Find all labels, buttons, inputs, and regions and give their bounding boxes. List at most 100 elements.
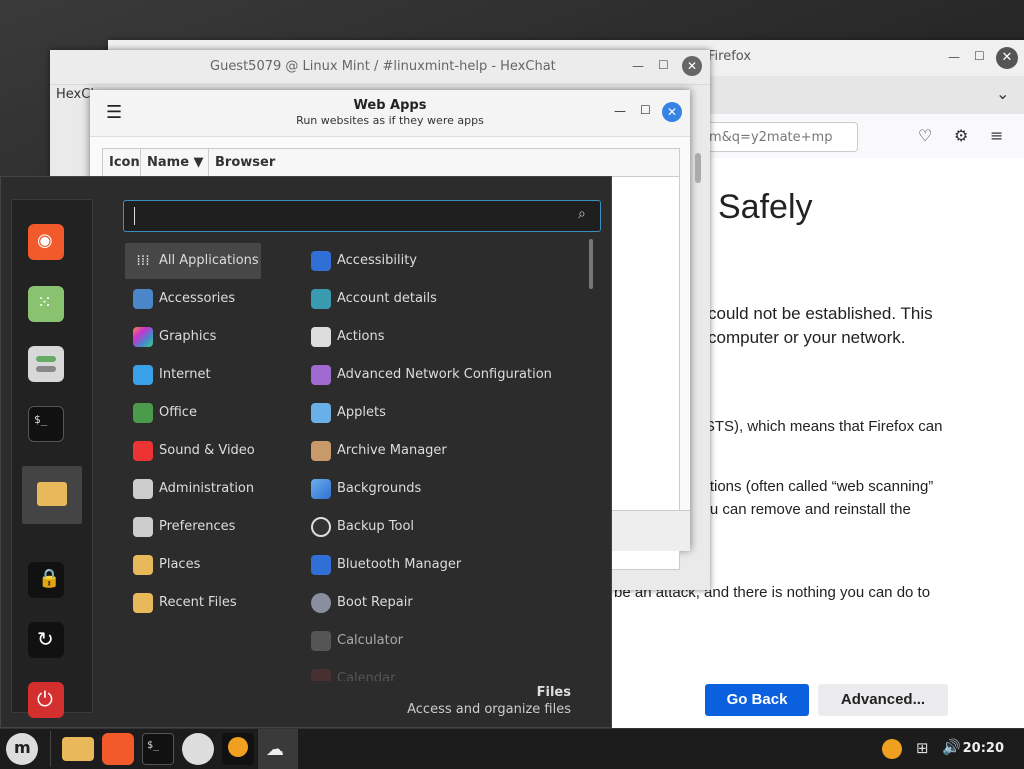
close-icon[interactable]: ✕ bbox=[662, 102, 682, 122]
cloud-icon bbox=[133, 365, 153, 385]
maximize-icon[interactable]: ☐ bbox=[974, 49, 985, 63]
app-bluetooth-manager[interactable]: Bluetooth Manager bbox=[303, 547, 583, 583]
category-places[interactable]: Places bbox=[125, 547, 275, 583]
files-taskbar-icon[interactable] bbox=[62, 737, 94, 761]
hexchat-window-title: Guest5079 @ Linux Mint / #linuxmint-help… bbox=[210, 59, 556, 74]
app-calendar[interactable]: Calendar bbox=[303, 661, 583, 681]
logout-icon[interactable]: ↻ bbox=[28, 622, 64, 658]
office-icon bbox=[133, 403, 153, 423]
column-header-browser[interactable]: Browser bbox=[209, 149, 679, 177]
calendar-icon bbox=[311, 669, 331, 681]
text-cursor bbox=[134, 207, 135, 225]
category-sound-video[interactable]: Sound & Video bbox=[125, 433, 275, 469]
recent-folder-icon bbox=[133, 593, 153, 613]
app-accessibility[interactable]: Accessibility bbox=[303, 243, 583, 279]
category-recent-files[interactable]: Recent Files bbox=[125, 585, 275, 621]
category-label: Recent Files bbox=[159, 595, 237, 610]
disc-taskbar-icon[interactable] bbox=[182, 733, 214, 765]
page-text-line: could not be established. This bbox=[708, 304, 933, 323]
app-boot-repair[interactable]: Boot Repair bbox=[303, 585, 583, 621]
minimize-icon[interactable]: — bbox=[632, 59, 644, 73]
category-office[interactable]: Office bbox=[125, 395, 275, 431]
mint-menu-icon[interactable]: m bbox=[6, 733, 38, 765]
category-administration[interactable]: Administration bbox=[125, 471, 275, 507]
page-text-line: HSTS), which means that Firefox can bbox=[694, 418, 943, 435]
app-calculator[interactable]: Calculator bbox=[303, 623, 583, 659]
app-backgrounds[interactable]: Backgrounds bbox=[303, 471, 583, 507]
volume-icon[interactable]: 🔊 bbox=[942, 738, 961, 756]
clock[interactable]: 20:20 bbox=[963, 741, 1004, 756]
column-header-label: Name bbox=[147, 155, 190, 170]
app-archive-manager[interactable]: Archive Manager bbox=[303, 433, 583, 469]
category-preferences[interactable]: Preferences bbox=[125, 509, 275, 545]
category-internet[interactable]: Internet bbox=[125, 357, 275, 393]
scrollbar-thumb[interactable] bbox=[695, 153, 701, 183]
app-account-details[interactable]: Account details bbox=[303, 281, 583, 317]
app-label: Applets bbox=[337, 405, 386, 420]
minimize-icon[interactable]: — bbox=[948, 50, 960, 64]
app-label: Archive Manager bbox=[337, 443, 447, 458]
scissors-icon bbox=[133, 289, 153, 309]
hexchat-taskbar-icon[interactable] bbox=[222, 733, 254, 765]
close-icon[interactable]: ✕ bbox=[996, 47, 1018, 69]
webapps-taskbar-item-active[interactable]: ☁ bbox=[258, 729, 298, 769]
maximize-icon[interactable]: ☐ bbox=[640, 103, 651, 117]
app-label: Account details bbox=[337, 291, 437, 306]
settings-toggle-icon[interactable] bbox=[28, 346, 64, 382]
category-accessories[interactable]: Accessories bbox=[125, 281, 275, 317]
menu-scrollbar[interactable] bbox=[589, 239, 593, 289]
search-icon: ⌕ bbox=[578, 206, 586, 222]
page-text-line: you can remove and reinstall the bbox=[694, 501, 911, 518]
pocket-icon[interactable]: ♡ bbox=[918, 126, 932, 145]
network-icon[interactable]: ⊞ bbox=[916, 739, 929, 757]
firefox-taskbar-icon[interactable] bbox=[102, 733, 134, 765]
application-menu: ◉ ⁙ $_ 🔒 ↻ ⏻ ⌕ ⁞⁞⁞ All Applications Acce… bbox=[0, 176, 612, 728]
category-label: All Applications bbox=[159, 253, 259, 268]
backup-icon bbox=[311, 517, 331, 537]
hamburger-menu-icon[interactable]: ≡ bbox=[990, 126, 1003, 145]
firefox-icon[interactable]: ◉ bbox=[28, 224, 64, 260]
go-back-button[interactable]: Go Back bbox=[705, 684, 809, 716]
search-input[interactable]: ⌕ bbox=[123, 200, 601, 232]
webapps-title: Web Apps bbox=[353, 98, 427, 113]
advanced-button[interactable]: Advanced... bbox=[818, 684, 948, 716]
minimize-icon[interactable]: — bbox=[614, 104, 626, 118]
category-label: Places bbox=[159, 557, 201, 572]
terminal-taskbar-icon[interactable]: $_ bbox=[142, 733, 174, 765]
files-favorite-highlight[interactable] bbox=[22, 466, 82, 524]
webapps-headerbar[interactable]: ☰ Web Apps Run websites as if they were … bbox=[90, 90, 690, 137]
selected-app-description: Access and organize files bbox=[407, 702, 571, 717]
graphics-icon bbox=[133, 327, 153, 347]
category-label: Administration bbox=[159, 481, 255, 496]
app-backup-tool[interactable]: Backup Tool bbox=[303, 509, 583, 545]
hexchat-titlebar[interactable]: Guest5079 @ Linux Mint / #linuxmint-help… bbox=[50, 50, 710, 85]
category-label: Internet bbox=[159, 367, 211, 382]
app-advanced-network-configuration[interactable]: Advanced Network Configuration bbox=[303, 357, 583, 393]
column-header-name[interactable]: Name ▼ bbox=[141, 149, 209, 177]
app-label: Bluetooth Manager bbox=[337, 557, 462, 572]
shutdown-icon[interactable]: ⏻ bbox=[28, 682, 64, 718]
favorites-bar: ◉ ⁙ $_ 🔒 ↻ ⏻ bbox=[11, 199, 93, 718]
hexchat-tray-icon[interactable] bbox=[882, 739, 902, 759]
app-label: Actions bbox=[337, 329, 385, 344]
sort-down-icon: ▼ bbox=[193, 155, 204, 170]
selected-app-title: Files bbox=[536, 685, 571, 700]
chevron-down-icon[interactable]: ⌄ bbox=[996, 84, 1009, 103]
terminal-icon[interactable]: $_ bbox=[28, 406, 64, 442]
extensions-icon[interactable]: ⚙ bbox=[954, 126, 968, 145]
column-header-icon[interactable]: Icon bbox=[103, 149, 141, 177]
category-all-applications[interactable]: ⁞⁞⁞ All Applications bbox=[125, 243, 261, 279]
user-icon bbox=[311, 289, 331, 309]
software-manager-icon[interactable]: ⁙ bbox=[28, 286, 64, 322]
boot-repair-icon bbox=[311, 593, 331, 613]
administration-icon bbox=[133, 479, 153, 499]
maximize-icon[interactable]: ☐ bbox=[658, 58, 669, 72]
close-icon[interactable]: ✕ bbox=[682, 56, 702, 76]
lock-screen-icon[interactable]: 🔒 bbox=[28, 562, 64, 598]
app-applets[interactable]: Applets bbox=[303, 395, 583, 431]
play-icon bbox=[133, 441, 153, 461]
url-bar[interactable]: m&q=y2mate+mp bbox=[698, 122, 858, 152]
category-graphics[interactable]: Graphics bbox=[125, 319, 275, 355]
app-label: Advanced Network Configuration bbox=[337, 367, 552, 382]
app-actions[interactable]: Actions bbox=[303, 319, 583, 355]
